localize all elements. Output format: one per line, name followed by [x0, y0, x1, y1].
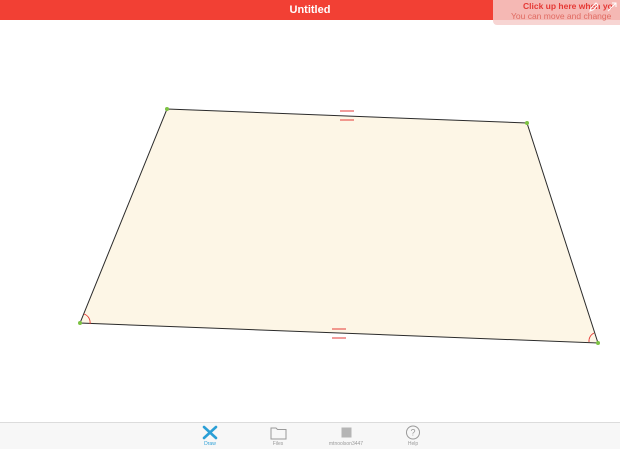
vertex-handle[interactable]	[525, 121, 529, 125]
tab-account[interactable]: mtnoolson3447	[316, 425, 376, 447]
tab-label: Draw	[204, 441, 216, 447]
vertex-handle[interactable]	[165, 107, 169, 111]
help-circle-icon: ?	[406, 425, 420, 440]
account-square-icon	[341, 427, 351, 438]
svg-text:?: ?	[410, 428, 415, 438]
tab-files[interactable]: Files	[248, 425, 308, 447]
tab-label: mtnoolson3447	[328, 441, 364, 447]
folder-icon	[270, 427, 286, 440]
tab-help[interactable]: ? Help	[383, 425, 443, 447]
vertex-handle[interactable]	[596, 341, 600, 345]
draw-tool-icon	[202, 425, 218, 440]
document-title[interactable]: Untitled	[290, 4, 331, 16]
hint-icons	[588, 1, 618, 13]
tab-label: Help	[407, 441, 419, 447]
tab-draw[interactable]: Draw	[180, 425, 240, 447]
bottom-tab-bar: Draw Files mtnoolson3447 ? Help	[0, 422, 620, 449]
vertex-handle[interactable]	[78, 321, 82, 325]
drawing-canvas[interactable]	[0, 20, 620, 422]
app-window: Untitled Click up here when yo You can m…	[0, 0, 620, 449]
drawing-surface[interactable]	[0, 20, 620, 422]
pencil-icon[interactable]	[588, 1, 600, 13]
tab-label: Files	[272, 441, 284, 447]
share-icon[interactable]	[606, 1, 618, 13]
quadrilateral-shape[interactable]	[79, 108, 599, 344]
